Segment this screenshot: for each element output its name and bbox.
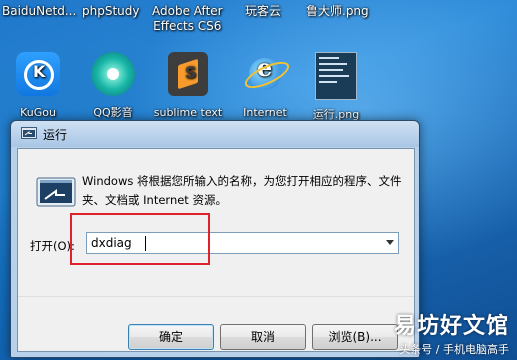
annotation-highlight-box (70, 213, 210, 265)
desktop-label-after-effects[interactable]: Adobe After Effects CS6 (152, 4, 223, 34)
desktop-label-baidunetdisk[interactable]: BaiduNetd... (2, 4, 76, 19)
browse-button[interactable]: 浏览(B)... (312, 324, 398, 350)
sublime-icon: S (168, 52, 208, 96)
image-file-icon (315, 52, 357, 100)
desktop-icon-sublime[interactable]: S sublime text (150, 52, 226, 119)
desktop-icon-run-png[interactable]: 运行.png (306, 52, 366, 121)
film-reel-icon (91, 52, 135, 96)
ok-button[interactable]: 确定 (128, 324, 214, 350)
run-program-icon (36, 177, 76, 207)
dialog-title: 运行 (43, 128, 68, 142)
watermark-title: 易坊好文馆 (393, 314, 509, 339)
dialog-description: Windows 将根据您所输入的名称，为您打开相应的程序、文件夹、文档或 Int… (82, 174, 402, 207)
desktop-icon-kugou[interactable]: K KuGou (10, 52, 66, 119)
desktop-label-phpstudy[interactable]: phpStudy (82, 4, 140, 19)
cancel-button[interactable]: 取消 (220, 324, 306, 350)
desktop-icon-label: QQ影音 (93, 106, 133, 119)
run-icon (21, 127, 37, 139)
desktop-icon-label: Internet (243, 106, 287, 119)
desktop-icon-internet[interactable]: e Internet (238, 52, 293, 119)
watermark-subtitle: 头条号 / 手机电脑高手 (399, 343, 509, 356)
open-label: 打开(O): (30, 239, 75, 253)
internet-explorer-icon: e (241, 52, 293, 96)
chevron-down-icon[interactable] (386, 240, 394, 245)
desktop-label-wankeyun[interactable]: 玩客云 (245, 4, 281, 19)
title-bar[interactable]: 运行 (11, 121, 419, 147)
desktop-label-ludashi[interactable]: 鲁大师.png (306, 4, 369, 19)
desktop-icon-label: sublime text (153, 106, 223, 119)
desktop-icon-qqyingyin[interactable]: QQ影音 (82, 52, 144, 119)
kugou-icon: K (16, 52, 60, 96)
desktop-icon-label: KuGou (20, 106, 56, 119)
